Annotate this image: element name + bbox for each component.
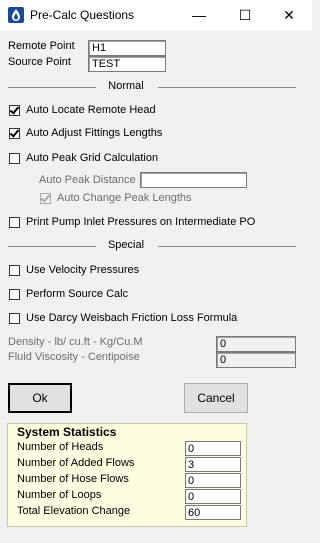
darcy-weisbach-check-icon xyxy=(9,312,20,324)
remote-point-label: Remote Point xyxy=(8,40,75,52)
auto-adjust-checkbox[interactable]: Auto Adjust Fittings Lengths xyxy=(9,127,162,139)
window-title: Pre-Calc Questions xyxy=(30,8,135,22)
stat-value-loops: 0 xyxy=(185,489,241,504)
source-point-label: Source Point xyxy=(8,56,71,68)
density-label: Density - lb/ cu.ft - Kg/Cu.M xyxy=(8,336,143,348)
density-field[interactable]: 0 xyxy=(216,336,296,352)
auto-change-peak-checkbox[interactable]: Auto Change Peak Lengths xyxy=(40,192,192,204)
auto-change-peak-check-icon xyxy=(40,192,51,204)
stat-label-hose-flows: Number of Hose Flows xyxy=(17,473,129,485)
stat-label-added-flows: Number of Added Flows xyxy=(17,457,135,469)
special-separator-right xyxy=(158,246,296,247)
normal-section-heading: Normal xyxy=(108,80,144,92)
stat-label-loops: Number of Loops xyxy=(17,489,102,501)
darcy-weisbach-checkbox[interactable]: Use Darcy Weisbach Friction Loss Formula xyxy=(9,312,237,324)
auto-locate-check-icon xyxy=(9,104,20,116)
ok-button[interactable]: Ok xyxy=(8,383,72,413)
remote-point-field[interactable]: H1 xyxy=(88,40,166,56)
stat-label-heads: Number of Heads xyxy=(17,441,104,453)
auto-peak-grid-check-icon xyxy=(9,152,20,164)
viscosity-field[interactable]: 0 xyxy=(216,352,296,368)
minimize-icon: — xyxy=(192,7,206,23)
auto-adjust-label: Auto Adjust Fittings Lengths xyxy=(26,127,163,139)
print-pump-check-icon xyxy=(9,216,20,228)
source-point-field[interactable]: TEST xyxy=(88,56,166,72)
auto-adjust-check-icon xyxy=(9,127,20,139)
source-calc-checkbox[interactable]: Perform Source Calc xyxy=(9,288,128,300)
normal-separator-left xyxy=(8,87,96,88)
stat-value-added-flows: 3 xyxy=(185,457,241,472)
title-bar: Pre-Calc Questions — ☐ ✕ xyxy=(0,0,312,30)
velocity-pressures-check-icon xyxy=(9,264,20,276)
stat-value-hose-flows: 0 xyxy=(185,473,241,488)
auto-peak-grid-label: Auto Peak Grid Calculation xyxy=(26,152,159,164)
auto-change-peak-label: Auto Change Peak Lengths xyxy=(57,192,192,204)
special-section-heading: Special xyxy=(107,239,145,251)
auto-locate-label: Auto Locate Remote Head xyxy=(26,104,156,116)
auto-locate-checkbox[interactable]: Auto Locate Remote Head xyxy=(9,104,156,116)
print-pump-label: Print Pump Inlet Pressures on Intermedia… xyxy=(26,216,256,228)
special-separator-left xyxy=(8,246,96,247)
close-button[interactable]: ✕ xyxy=(266,0,312,30)
auto-peak-distance-label: Auto Peak Distance xyxy=(39,174,136,186)
maximize-button[interactable]: ☐ xyxy=(222,0,268,30)
minimize-button[interactable]: — xyxy=(176,0,222,30)
source-calc-label: Perform Source Calc xyxy=(26,288,129,300)
velocity-pressures-checkbox[interactable]: Use Velocity Pressures xyxy=(9,264,139,276)
velocity-pressures-label: Use Velocity Pressures xyxy=(26,264,140,276)
normal-separator-right xyxy=(158,87,296,88)
viscosity-label: Fluid Viscosity - Centipoise xyxy=(8,351,140,363)
stat-value-elevation: 60 xyxy=(185,505,241,520)
auto-peak-grid-checkbox[interactable]: Auto Peak Grid Calculation xyxy=(9,152,158,164)
system-statistics-title: System Statistics xyxy=(17,425,117,439)
darcy-weisbach-label: Use Darcy Weisbach Friction Loss Formula xyxy=(26,312,238,324)
print-pump-checkbox[interactable]: Print Pump Inlet Pressures on Intermedia… xyxy=(9,216,255,228)
app-icon xyxy=(8,7,24,23)
system-statistics-panel: System Statistics Number of Heads 0 Numb… xyxy=(7,423,247,527)
stat-label-elevation: Total Elevation Change xyxy=(17,505,131,517)
cancel-button[interactable]: Cancel xyxy=(184,383,248,413)
auto-peak-distance-field[interactable] xyxy=(140,172,247,188)
close-icon: ✕ xyxy=(283,6,295,23)
source-calc-check-icon xyxy=(9,288,20,300)
maximize-icon: ☐ xyxy=(238,6,252,23)
stat-value-heads: 0 xyxy=(185,441,241,456)
